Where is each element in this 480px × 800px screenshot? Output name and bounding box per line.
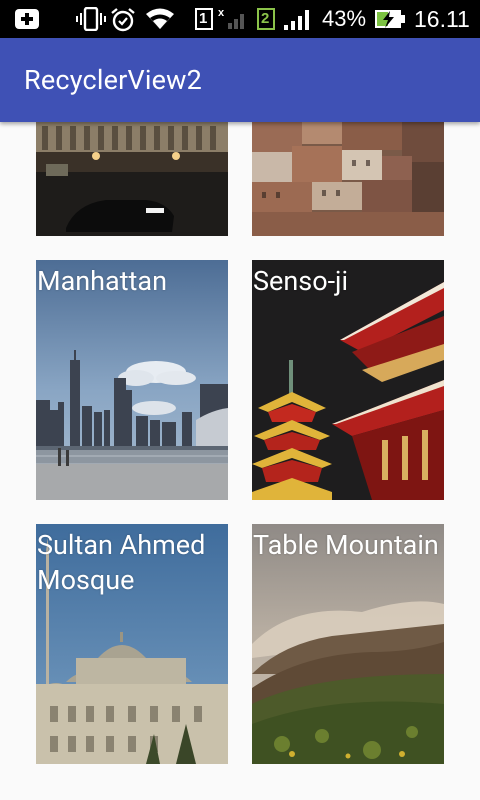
notification-plus-icon bbox=[14, 7, 40, 31]
card-label: Sultan Ahmed Mosque bbox=[37, 529, 206, 596]
battery-percent: 43% bbox=[322, 6, 367, 31]
grid-card-sultan-ahmed-mosque[interactable]: Sultan Ahmed Mosque bbox=[36, 524, 228, 764]
grid-card-table-mountain[interactable]: Table Mountain bbox=[252, 524, 444, 764]
vibrate-icon bbox=[76, 6, 106, 32]
sim2-number: 2 bbox=[261, 10, 270, 27]
wifi-icon bbox=[145, 7, 175, 31]
card-label: Manhattan bbox=[37, 265, 167, 297]
app-bar: RecyclerView2 bbox=[0, 38, 480, 122]
alarm-icon bbox=[110, 7, 136, 32]
clock-time: 16.11 bbox=[414, 6, 470, 32]
grid-card-manhattan[interactable]: Manhattan bbox=[36, 260, 228, 500]
sim1-number: 1 bbox=[199, 10, 208, 27]
card-label: Senso-ji bbox=[253, 265, 349, 297]
svg-text:x: x bbox=[218, 7, 225, 19]
app-title: RecyclerView2 bbox=[24, 64, 202, 96]
signal-icon bbox=[282, 7, 314, 31]
grid-card-senso-ji[interactable]: Senso-ji bbox=[252, 260, 444, 500]
battery-charging-icon bbox=[374, 7, 406, 31]
sim2-icon: 2 bbox=[256, 7, 276, 31]
recycler-grid[interactable]: Manhattan Senso-ji Sultan Ahmed Mosque T… bbox=[0, 122, 480, 800]
card-image bbox=[252, 122, 444, 236]
grid-card-rooftops[interactable] bbox=[252, 122, 444, 236]
signal-icon: x bbox=[218, 7, 248, 31]
grid-card-city-night[interactable] bbox=[36, 122, 228, 236]
status-bar: 1 x 2 43% 16.11 bbox=[0, 0, 480, 38]
card-image bbox=[36, 122, 228, 236]
card-label: Table Mountain bbox=[253, 529, 439, 561]
sim1-icon: 1 bbox=[194, 7, 214, 31]
